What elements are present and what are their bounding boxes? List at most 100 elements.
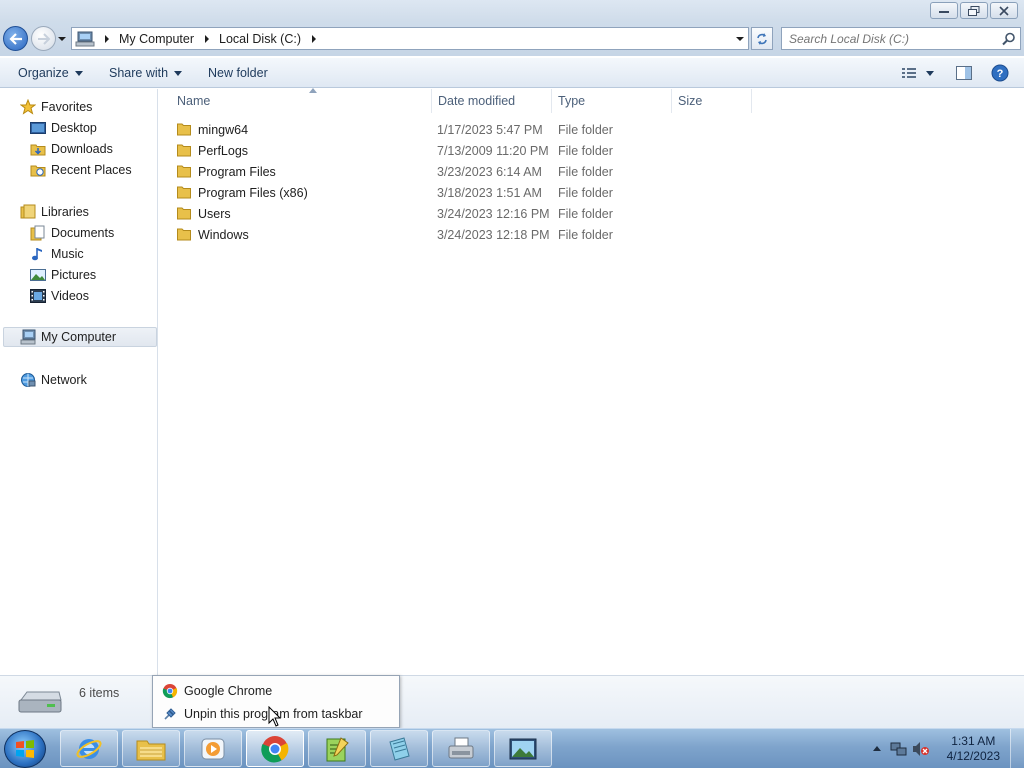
taskbar-notepad[interactable] [370,730,428,767]
libraries-icon [20,204,36,220]
view-options-dropdown[interactable] [926,58,934,88]
taskbar-notepad-plus-plus[interactable] [308,730,366,767]
file-name: PerfLogs [198,143,249,158]
folder-icon [177,165,191,178]
taskbar-media-player[interactable] [184,730,242,767]
file-row[interactable]: PerfLogs 7/13/2009 11:20 PM File folder [171,140,771,161]
new-folder-label: New folder [208,66,268,80]
back-button[interactable] [3,26,28,51]
taskbar-photo-viewer[interactable] [494,730,552,767]
preview-pane-icon [956,66,972,80]
column-header-type[interactable]: Type [552,89,672,113]
nav-videos-label: Videos [51,289,89,303]
show-desktop-button[interactable] [1010,729,1024,768]
maximize-button[interactable] [960,2,988,19]
file-row[interactable]: Program Files 3/23/2023 6:14 AM File fol… [171,161,771,182]
nav-music[interactable]: Music [30,244,84,264]
breadcrumb-arrow-icon[interactable] [203,34,211,44]
folder-icon [177,123,191,136]
column-header-name[interactable]: Name [171,88,432,113]
nav-downloads[interactable]: Downloads [30,139,113,159]
nav-pictures-label: Pictures [51,268,97,282]
jumplist-unpin[interactable]: Unpin this program from taskbar [162,706,363,722]
item-count: 6 items [79,686,120,700]
refresh-button[interactable] [751,27,773,50]
address-dropdown-icon[interactable] [734,32,746,46]
nav-favorites-label: Favorites [41,100,93,114]
minimize-button[interactable] [930,2,958,19]
search-box[interactable] [781,27,1021,50]
nav-libraries-label: Libraries [41,205,89,219]
file-date: 3/24/2023 12:18 PM [437,227,550,242]
file-row[interactable]: mingw64 1/17/2023 5:47 PM File folder [171,119,771,140]
column-header-size[interactable]: Size [672,89,752,113]
svg-text:?: ? [997,68,1004,80]
share-with-label: Share with [109,66,169,80]
network-status-icon[interactable] [890,741,908,757]
forward-button[interactable] [31,26,56,51]
recent-pages-dropdown-icon[interactable] [57,34,67,44]
file-type: File folder [558,185,613,200]
folder-icon [177,144,191,157]
chrome-icon [162,683,178,699]
nav-pictures[interactable]: Pictures [30,265,96,285]
share-with-button[interactable]: Share with [109,58,183,88]
column-size-label: Size [678,94,703,108]
taskbar-google-chrome[interactable] [246,730,304,767]
organize-label: Organize [18,66,69,80]
close-icon [999,5,1009,16]
file-name: Users [198,206,231,221]
volume-muted-icon[interactable] [912,741,930,757]
recent-places-icon [30,162,46,178]
file-row[interactable]: Program Files (x86) 3/18/2023 1:51 AM Fi… [171,182,771,203]
title-bar [0,0,1024,22]
breadcrumb-arrow-icon[interactable] [310,34,318,44]
nav-downloads-label: Downloads [51,142,113,156]
nav-videos[interactable]: Videos [30,286,89,306]
search-input[interactable] [782,31,992,46]
search-icon[interactable] [1002,32,1016,46]
taskbar: 1:31 AM 4/12/2023 [0,728,1024,768]
organize-button[interactable]: Organize [18,58,83,88]
close-button[interactable] [990,2,1018,19]
nav-network[interactable]: Network [20,370,87,390]
show-hidden-icons-icon[interactable] [872,744,882,752]
minimize-icon [939,10,949,13]
windows-logo-icon [16,740,34,758]
taskbar-internet-explorer[interactable] [60,730,118,767]
address-bar[interactable]: My Computer Local Disk (C:) [71,27,749,50]
file-date: 1/17/2023 5:47 PM [437,122,543,137]
breadcrumb-arrow-icon[interactable] [103,34,111,44]
nav-my-computer[interactable]: My Computer [3,327,157,347]
nav-libraries[interactable]: Libraries [20,202,89,222]
file-date: 3/18/2023 1:51 AM [437,185,542,200]
change-view-button[interactable] [901,58,917,88]
file-type: File folder [558,164,613,179]
breadcrumb-local-disk[interactable]: Local Disk (C:) [219,32,301,46]
breadcrumb-my-computer[interactable]: My Computer [119,32,194,46]
forward-arrow-icon [37,32,50,45]
computer-icon [75,31,95,46]
chrome-icon [261,735,289,762]
file-row[interactable]: Users 3/24/2023 12:16 PM File folder [171,203,771,224]
start-button[interactable] [4,730,46,768]
taskbar-windows-explorer[interactable] [122,730,180,767]
film-icon [30,288,46,304]
jumplist-open-chrome[interactable]: Google Chrome [162,683,272,699]
fax-printer-icon [448,737,474,758]
folder-icon [136,740,166,760]
taskbar-fax-scan[interactable] [432,730,490,767]
nav-recent-places[interactable]: Recent Places [30,160,132,180]
nav-documents[interactable]: Documents [30,223,114,243]
preview-pane-button[interactable] [956,58,972,88]
clock[interactable]: 1:31 AM 4/12/2023 [947,734,1000,764]
clock-time: 1:31 AM [951,734,996,748]
network-icon [20,372,36,388]
file-row[interactable]: Windows 3/24/2023 12:18 PM File folder [171,224,771,245]
nav-desktop[interactable]: Desktop [30,118,97,138]
new-folder-button[interactable]: New folder [208,58,268,88]
nav-favorites[interactable]: Favorites [20,97,92,117]
help-button[interactable]: ? [991,58,1009,88]
nav-music-label: Music [51,247,84,261]
column-header-date-modified[interactable]: Date modified [432,89,552,113]
